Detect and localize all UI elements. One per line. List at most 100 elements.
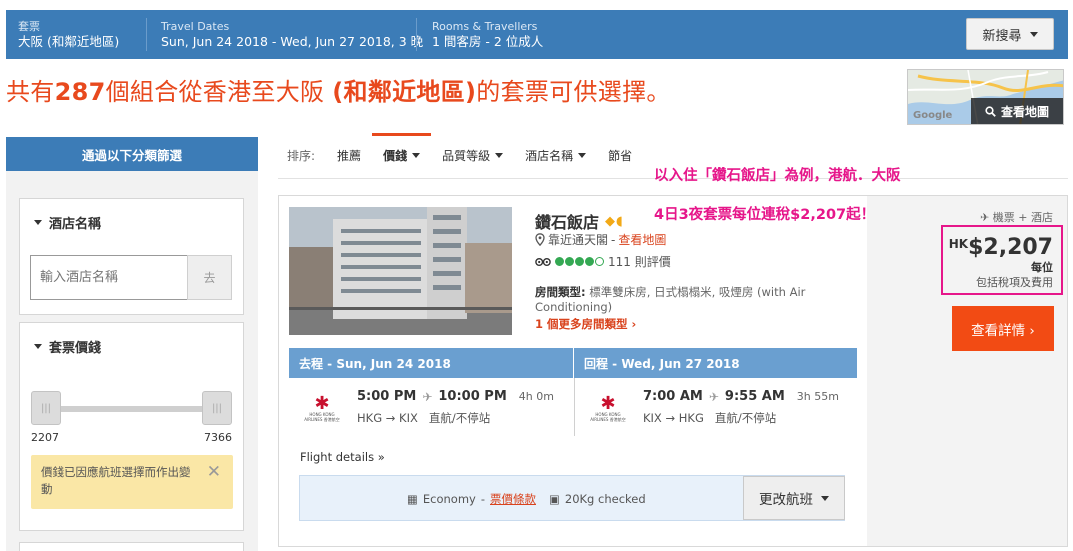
package-summary: 套票 大阪 (和鄰近地區)	[18, 20, 119, 50]
chevron-down-icon	[495, 153, 504, 158]
filter-sidebar: 酒店名稱 去 套票價錢 ||| ||| 2207 7366 價錢已因應航班選擇而…	[6, 171, 258, 551]
hotel-map-link[interactable]: 查看地圖	[618, 231, 666, 248]
fare-rules-link[interactable]: 票價條款	[490, 491, 536, 507]
room-type: 房間類型: 標準雙床房, 日式榻榻米, 吸煙房 (with Air Condit…	[535, 285, 825, 315]
outbound-route: HKG → KIX 直航/不停站	[357, 410, 490, 426]
filter-header: 通過以下分類篩選	[6, 137, 258, 180]
hotel-rating[interactable]: 111 則評價	[535, 253, 671, 270]
change-flight-button[interactable]: 更改航班	[743, 476, 845, 520]
seat-icon: ▦	[407, 492, 418, 506]
hotel-name-go-button[interactable]: 去	[187, 255, 232, 300]
airline-name: HONG KONG AIRLINES 香港航空	[304, 412, 340, 422]
close-icon[interactable]: ✕	[207, 464, 221, 481]
return-header-text: 回程 - Wed, Jun 27 2018	[584, 356, 740, 371]
price-slider-max-handle[interactable]: |||	[202, 391, 232, 425]
tripadvisor-owl-icon	[535, 258, 551, 266]
stops-text: 直航/不停站	[428, 411, 491, 425]
rating-dot-filled	[575, 257, 584, 266]
tax-note: 包括稅項及費用	[976, 276, 1053, 289]
more-room-types-link[interactable]: 1 個更多房間類型 ›	[535, 316, 636, 332]
change-flight-label: 更改航班	[759, 492, 813, 508]
airline-logo: ✱ HONG KONG AIRLINES 香港航空	[301, 393, 343, 423]
plane-icon: ✈	[980, 211, 990, 224]
price-max-value: 7366	[204, 431, 232, 444]
outbound-flight: ✱ HONG KONG AIRLINES 香港航空 5:00 PM ✈ 10:0…	[289, 378, 573, 436]
package-label: 套票	[18, 20, 40, 33]
room-type-label: 房間類型:	[535, 285, 586, 299]
go-label: 去	[203, 271, 216, 285]
price-amount: HK$2,207	[943, 231, 1053, 261]
flight-details-toggle[interactable]: Flight details »	[300, 450, 385, 464]
rating-dot-filled	[565, 257, 574, 266]
sort-option-label: 品質等級	[442, 149, 491, 163]
view-details-button[interactable]: 查看詳情 ›	[952, 306, 1054, 351]
stops-text: 直航/不停站	[714, 411, 777, 425]
sort-bar: 排序: 推薦 價錢 品質等級 酒店名稱 節省	[287, 133, 654, 168]
view-map-label: 查看地圖	[1000, 104, 1049, 119]
price-slider-track[interactable]	[54, 406, 210, 412]
depart-time: 5:00 PM	[357, 389, 417, 404]
triangle-down-icon	[34, 220, 42, 225]
sort-option-label: 價錢	[383, 149, 408, 163]
hotel-name-filter-toggle[interactable]: 酒店名稱	[20, 213, 101, 232]
luggage-icon: ▣	[549, 492, 560, 506]
triangle-down-icon	[34, 344, 42, 349]
flight-duration: 4h 0m	[518, 390, 554, 403]
headline-suffix: 的套票可供選擇。	[476, 78, 671, 106]
location-text: 靠近通天閣	[548, 233, 609, 247]
package-type-label: 機票 + 酒店	[992, 211, 1053, 224]
view-map-button[interactable]: 查看地圖	[971, 98, 1063, 124]
next-filter-box	[19, 542, 244, 551]
review-count: 111 則評價	[608, 255, 671, 269]
sort-savings[interactable]: 節省	[608, 142, 632, 164]
fare-info: ▦ Economy - 票價條款 ▣ 20Kg checked	[407, 491, 646, 507]
new-search-button[interactable]: 新搜尋	[966, 18, 1054, 50]
results-headline: 共有287個組合從香港至大阪 (和鄰近地區)的套票可供選擇。	[6, 72, 671, 107]
travel-dates-summary: Travel Dates Sun, Jun 24 2018 - Wed, Jun…	[161, 20, 423, 50]
hotel-building-image	[289, 207, 512, 335]
sort-recommended[interactable]: 推薦	[337, 142, 361, 164]
price-notice-text: 價錢已因應航班選擇而作出變動	[41, 465, 191, 496]
sort-option-label: 推薦	[337, 149, 362, 163]
divider	[416, 18, 417, 51]
outbound-header-text: 去程 - Sun, Jun 24 2018	[299, 356, 451, 371]
fare-separator: -	[480, 492, 485, 506]
grip-icon: |||	[40, 402, 52, 414]
hotel-name[interactable]: 鑽石飯店 ◆◖	[535, 209, 624, 233]
google-logo: Google	[913, 110, 953, 121]
hong-kong-airlines-icon: ✱	[314, 393, 330, 414]
sort-label: 排序:	[287, 149, 316, 163]
return-flight-header: 回程 - Wed, Jun 27 2018	[574, 348, 857, 378]
sort-quality[interactable]: 品質等級	[442, 142, 504, 164]
price-slider-min-handle[interactable]: |||	[31, 391, 61, 425]
return-route: KIX → HKG 直航/不停站	[643, 410, 776, 426]
new-search-label: 新搜尋	[982, 28, 1022, 44]
hotel-name-text: 鑽石飯店	[535, 213, 600, 232]
price-filter-toggle[interactable]: 套票價錢	[20, 337, 101, 356]
hong-kong-airlines-icon: ✱	[600, 393, 616, 414]
price-min-value: 2207	[31, 431, 59, 444]
headline-prefix: 共有	[6, 78, 55, 106]
sort-hotel-name[interactable]: 酒店名稱	[525, 142, 587, 164]
map-thumbnail[interactable]: Google 查看地圖	[907, 69, 1064, 125]
chevron-down-icon	[1029, 31, 1038, 37]
divider	[146, 18, 147, 51]
price-filter-title: 套票價錢	[49, 341, 102, 356]
promo-annotation-line2: 4日3夜套票每位連稅$2,207起！	[654, 207, 876, 223]
sort-price[interactable]: 價錢	[372, 133, 432, 164]
hotel-location: 靠近通天閣 - 查看地圖	[535, 231, 666, 248]
rating-dots	[555, 257, 604, 266]
search-summary-bar: 套票 大阪 (和鄰近地區) Travel Dates Sun, Jun 24 2…	[6, 10, 1068, 59]
hotel-name-filter-title: 酒店名稱	[49, 217, 102, 232]
hotel-photo[interactable]	[289, 207, 512, 335]
view-details-label: 查看詳情 ›	[971, 322, 1035, 339]
promo-annotation-line1: 以入住「鑽石飯店」為例，港航．大阪	[654, 168, 901, 184]
package-destination: 大阪 (和鄰近地區)	[18, 34, 120, 49]
outbound-flight-header: 去程 - Sun, Jun 24 2018	[289, 348, 573, 378]
price-box: HK$2,207 每位 包括稅項及費用	[941, 225, 1063, 295]
hotel-name-input[interactable]	[30, 255, 187, 300]
rating-dot-filled	[585, 257, 594, 266]
travel-dates-label: Travel Dates	[161, 20, 230, 33]
depart-time: 7:00 AM	[643, 389, 703, 404]
sort-option-label: 節省	[608, 149, 633, 163]
